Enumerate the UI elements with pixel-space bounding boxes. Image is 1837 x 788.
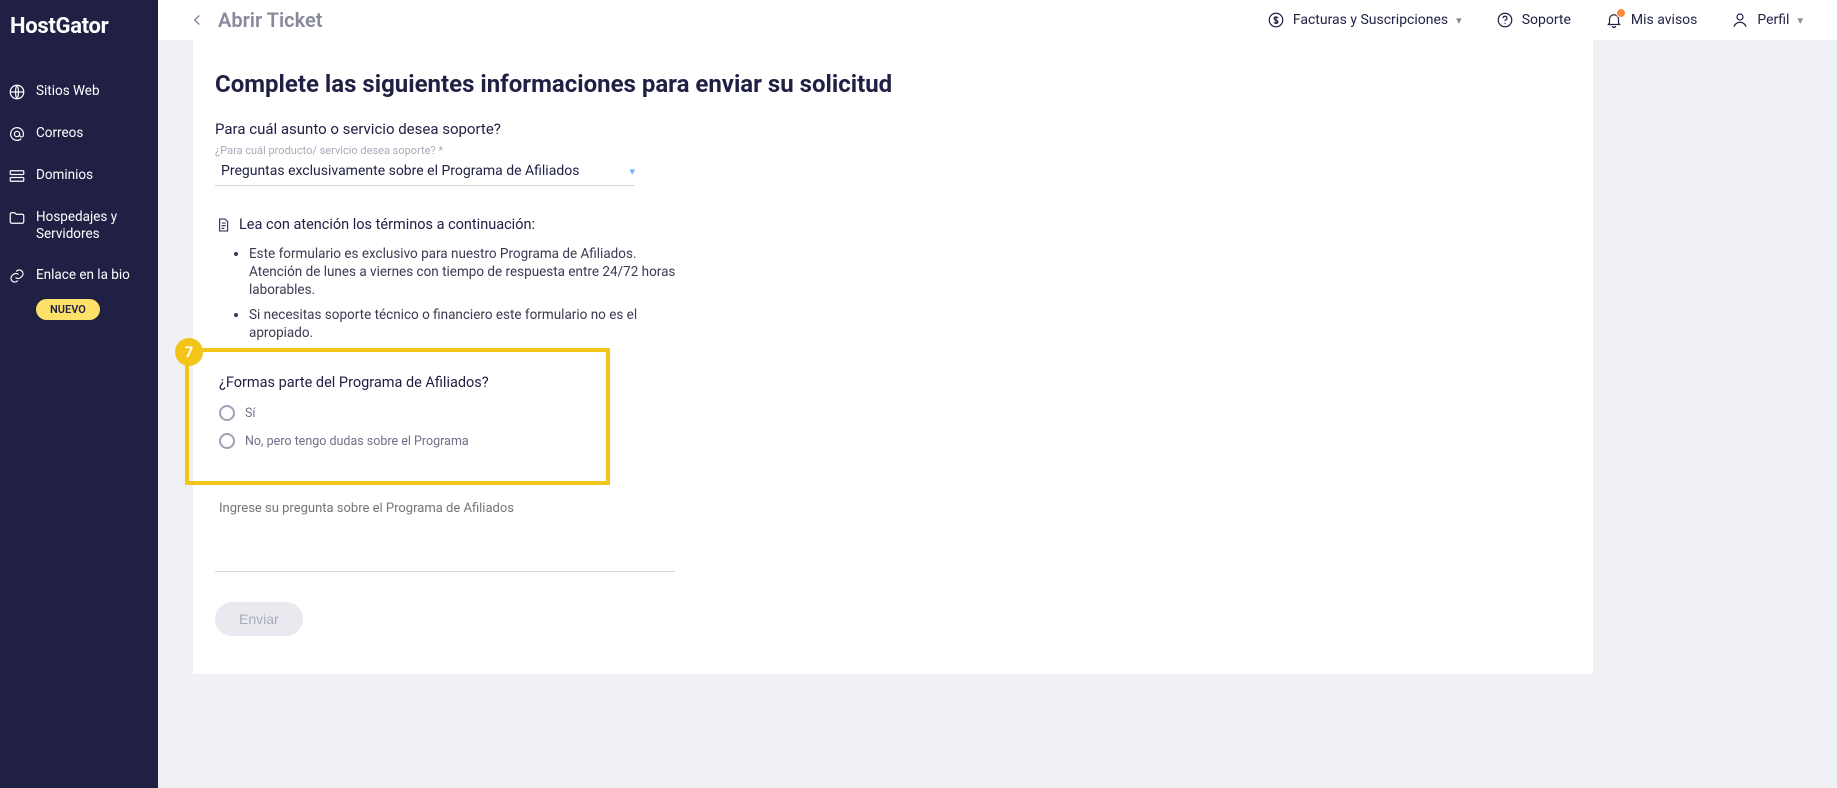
sidebar-item-sites[interactable]: Sitios Web <box>0 71 158 113</box>
sidebar-item-label: Enlace en la bio <box>36 267 150 284</box>
radio-icon <box>219 433 235 449</box>
question-affiliate: ¿Formas parte del Programa de Afiliados? <box>219 374 588 391</box>
main-area: Abrir Ticket Facturas y Suscripciones ▾ … <box>158 0 1837 788</box>
sidebar-item-link-bio[interactable]: Enlace en la bio NUEVO <box>0 255 158 332</box>
submit-button[interactable]: Enviar <box>215 602 303 636</box>
sidebar-item-hosting[interactable]: Hospedajes y Servidores <box>0 197 158 255</box>
ticket-form-card: Complete las siguientes informaciones pa… <box>193 40 1593 674</box>
user-icon <box>1731 11 1749 29</box>
topbar-label: Facturas y Suscripciones <box>1293 12 1448 28</box>
radio-icon <box>219 405 235 421</box>
affiliate-question-highlight: 7 ¿Formas parte del Programa de Afiliado… <box>185 348 610 485</box>
topbar-billing[interactable]: Facturas y Suscripciones ▾ <box>1257 11 1472 29</box>
back-button[interactable]: Abrir Ticket <box>188 8 322 32</box>
radio-option-yes[interactable]: Sí <box>219 405 588 421</box>
select-field-label: ¿Para cuál producto/ servicio desea sopo… <box>215 144 1593 157</box>
question-textarea[interactable] <box>215 497 675 572</box>
select-value: Preguntas exclusivamente sobre el Progra… <box>221 163 579 179</box>
topbar-label: Soporte <box>1522 12 1571 28</box>
brand-logo: HostGator <box>0 0 158 53</box>
arrow-left-icon <box>188 11 206 29</box>
sidebar-item-label: Correos <box>36 125 150 142</box>
bell-icon <box>1605 11 1623 29</box>
radio-option-no[interactable]: No, pero tengo dudas sobre el Programa <box>219 433 588 449</box>
topbar-label: Perfil <box>1757 12 1789 28</box>
terms-list: Este formulario es exclusivo para nuestr… <box>249 245 689 342</box>
product-select[interactable]: Preguntas exclusivamente sobre el Progra… <box>215 157 635 186</box>
chevron-down-icon: ▾ <box>1456 14 1462 27</box>
sidebar-item-label: Dominios <box>36 167 150 184</box>
folder-icon <box>8 209 26 227</box>
terms-heading: Lea con atención los términos a continua… <box>215 216 1593 233</box>
radio-label: No, pero tengo dudas sobre el Programa <box>245 434 469 449</box>
sidebar-item-label: Sitios Web <box>36 83 150 100</box>
dollar-circle-icon <box>1267 11 1285 29</box>
sidebar-item-domains[interactable]: Dominios <box>0 155 158 197</box>
sidebar: HostGator Sitios Web Correos Dominios Ho… <box>0 0 158 788</box>
link-icon <box>8 267 26 285</box>
page-title: Abrir Ticket <box>218 8 322 32</box>
question-subject: Para cuál asunto o servicio desea soport… <box>215 120 1593 138</box>
topbar-label: Mis avisos <box>1631 12 1697 28</box>
topbar: Abrir Ticket Facturas y Suscripciones ▾ … <box>158 0 1837 40</box>
help-circle-icon <box>1496 11 1514 29</box>
topbar-support[interactable]: Soporte <box>1486 11 1581 29</box>
chevron-down-icon: ▾ <box>1797 14 1803 27</box>
globe-icon <box>8 83 26 101</box>
form-title: Complete las siguientes informaciones pa… <box>215 70 1593 98</box>
at-icon <box>8 125 26 143</box>
terms-heading-text: Lea con atención los términos a continua… <box>239 216 535 233</box>
sidebar-item-label: Hospedajes y Servidores <box>36 209 150 243</box>
chevron-down-icon: ▾ <box>629 165 635 178</box>
sidebar-item-mail[interactable]: Correos <box>0 113 158 155</box>
sidebar-nav: Sitios Web Correos Dominios Hospedajes y… <box>0 53 158 332</box>
topbar-profile[interactable]: Perfil ▾ <box>1721 11 1813 29</box>
new-badge: NUEVO <box>36 299 100 320</box>
terms-item: Si necesitas soporte técnico o financier… <box>249 306 689 342</box>
notification-dot <box>1616 8 1626 18</box>
domains-icon <box>8 167 26 185</box>
document-icon <box>215 217 231 233</box>
step-badge: 7 <box>175 338 203 366</box>
terms-item: Este formulario es exclusivo para nuestr… <box>249 245 689 300</box>
topbar-notices[interactable]: Mis avisos <box>1595 11 1707 29</box>
radio-label: Sí <box>245 406 256 421</box>
